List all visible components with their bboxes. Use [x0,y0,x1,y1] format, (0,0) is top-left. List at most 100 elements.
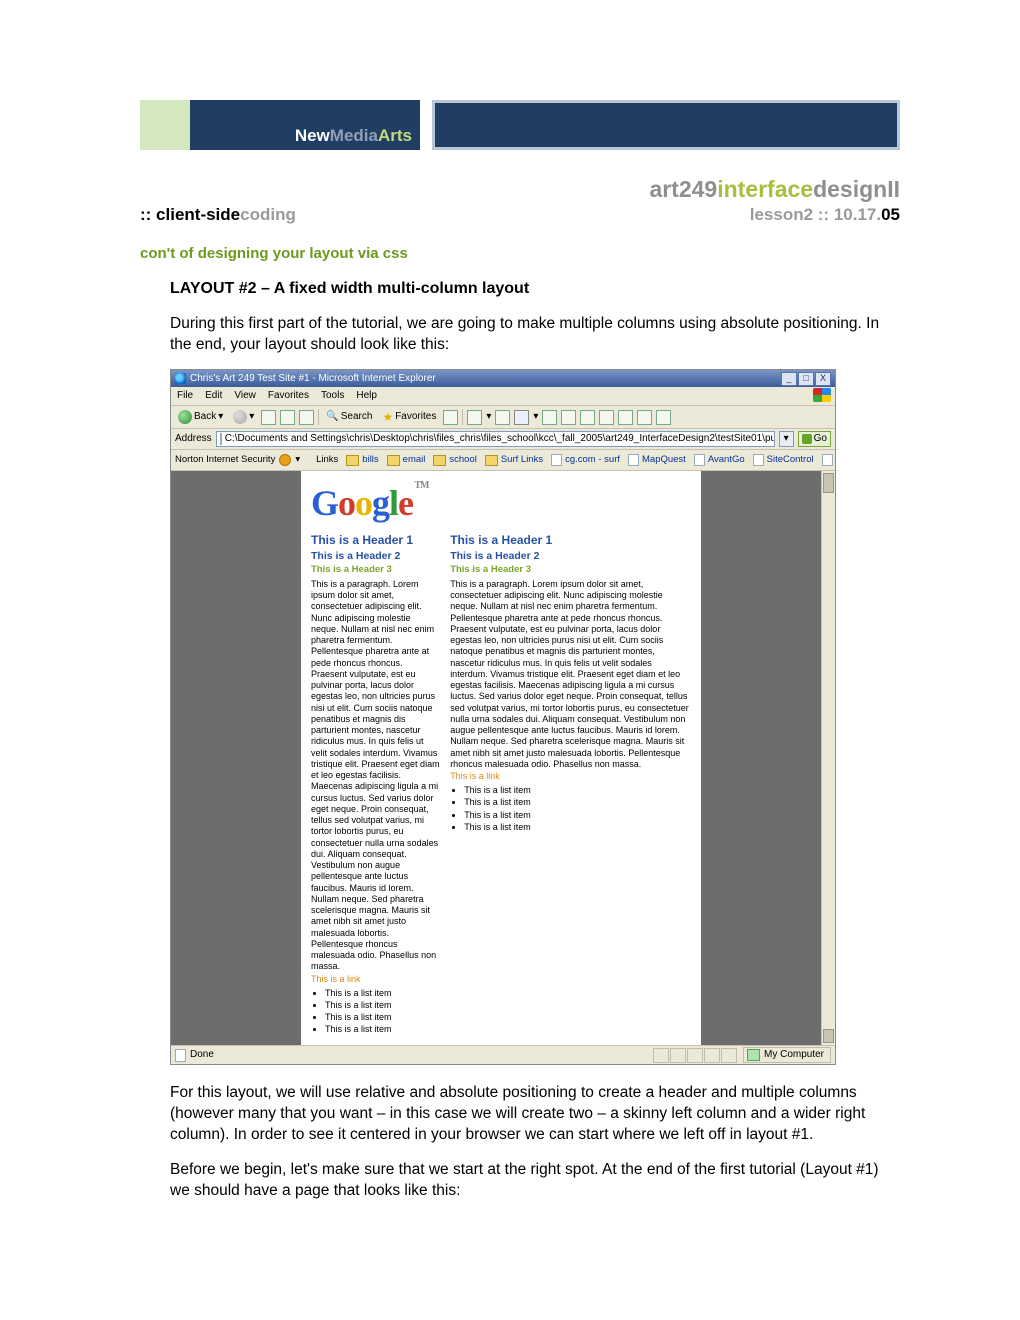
history-icon[interactable] [443,410,458,425]
menu-edit[interactable]: Edit [205,389,222,403]
status-done: Done [175,1048,647,1062]
link-bills[interactable]: bills [346,454,378,467]
home-icon[interactable] [299,410,314,425]
toolbar-extra-icon[interactable] [599,410,614,425]
brand-label: NewMediaArts [190,100,420,150]
dropdown-caret-icon: ▾ [486,410,491,424]
page-icon [175,1049,186,1062]
list-item: This is a list item [464,796,691,808]
menu-favorites[interactable]: Favorites [268,389,309,403]
col-h2: This is a Header 2 [311,549,440,563]
course-word: interface [717,176,813,202]
lesson-year: 05 [881,205,900,224]
go-button[interactable]: Go [798,431,831,447]
vertical-scrollbar[interactable] [821,471,835,1045]
link-avantgo: AvantGo [694,454,745,467]
col-h1: This is a Header 1 [450,532,691,548]
minimize-button[interactable]: _ [781,372,797,386]
address-value: C:\Documents and Settings\chris\Desktop\… [225,432,775,446]
page-canvas: Google TM This is a Header 1 This is a H… [301,471,701,1045]
toolbar-extra-icon[interactable] [637,410,652,425]
research-icon[interactable] [561,410,576,425]
discuss-icon[interactable] [542,410,557,425]
mail-icon[interactable] [467,410,482,425]
menu-help[interactable]: Help [356,389,377,403]
link-surflinks[interactable]: Surf Links [485,454,543,467]
norton-label: Norton Internet Security [175,454,275,467]
back-icon [178,410,192,424]
edit-icon[interactable] [514,410,529,425]
browser-titlebar: Chris's Art 249 Test Site #1 - Microsoft… [171,370,835,387]
para-after-1: For this layout, we will use relative an… [170,1083,900,1146]
page-icon [551,454,562,466]
scroll-up-button[interactable] [823,473,834,493]
toolbar-extra-icon[interactable] [618,410,633,425]
content-body: LAYOUT #2 – A fixed width multi-column l… [140,278,900,1201]
banner: NewMediaArts [140,100,900,150]
address-dropdown[interactable]: ▾ [779,431,794,447]
norton-indicator[interactable]: Norton Internet Security ▾ [175,454,300,467]
forward-button[interactable]: ▾ [230,409,257,425]
ie-icon [175,373,186,384]
sample-link[interactable]: This is a link [311,973,440,985]
dropdown-caret-icon: ▾ [218,410,223,424]
norton-status-icon [279,454,291,466]
banner-accent-square [140,100,190,150]
folder-icon [346,455,359,466]
link-email[interactable]: email [387,454,426,467]
status-panes [653,1048,737,1063]
link-mapquest[interactable]: MapQuest [628,454,686,467]
toolbar-extra-icon[interactable] [656,410,671,425]
page-icon [822,454,833,466]
course-headline: art249interfacedesignII [140,176,900,203]
browser-menubar: File Edit View Favorites Tools Help [171,387,835,406]
star-icon: ★ [382,409,393,425]
banner-left: NewMediaArts [140,100,420,150]
forward-icon [233,410,247,424]
intro-paragraph: During this first part of the tutorial, … [170,314,900,356]
folder-icon [433,455,446,466]
scroll-down-button[interactable] [823,1029,834,1043]
page-icon [220,433,222,445]
print-icon[interactable] [495,410,510,425]
sub-headline: :: client-sidecoding lesson2 :: 10.17.05 [140,205,900,225]
list-item: This is a list item [325,1023,440,1035]
link-cgcom[interactable]: cg.com - surf [551,454,620,467]
address-input[interactable]: C:\Documents and Settings\chris\Desktop\… [216,431,775,447]
col-paragraph: This is a paragraph. Lorem ipsum dolor s… [311,579,440,973]
messenger-icon[interactable] [580,410,595,425]
refresh-icon[interactable] [280,410,295,425]
go-label: Go [814,432,827,446]
brand-part-1: New [295,126,330,145]
para-after-2: Before we begin, let's make sure that we… [170,1160,900,1202]
maximize-button[interactable]: □ [798,372,814,386]
monitor-icon [747,1049,760,1061]
links-label: Links [316,454,338,467]
stop-icon[interactable] [261,410,276,425]
brand-part-3: Arts [378,126,412,145]
link-sitecontrol[interactable]: SiteControl [753,454,814,467]
lesson-info: lesson2 :: 10.17. [750,205,881,224]
back-label: Back [194,410,216,424]
go-arrow-icon [802,434,812,444]
zone-label: My Computer [764,1048,824,1062]
window-buttons: _ □ X [781,372,831,386]
menu-file[interactable]: File [177,389,193,403]
search-label: Search [341,410,373,424]
close-button[interactable]: X [815,372,831,386]
favorites-button[interactable]: ★ Favorites [379,408,439,426]
search-button[interactable]: 🔍 Search [323,409,375,425]
col-paragraph: This is a paragraph. Lorem ipsum dolor s… [450,579,691,770]
sample-list: This is a list item This is a list item … [450,784,691,833]
link-school[interactable]: school [433,454,476,467]
browser-screenshot: Chris's Art 249 Test Site #1 - Microsoft… [170,369,836,1064]
windows-flag-icon [813,388,831,402]
page-headings: art249interfacedesignII :: client-sideco… [140,176,900,225]
menu-view[interactable]: View [234,389,256,403]
address-label: Address [175,432,212,446]
sample-link[interactable]: This is a link [450,770,691,782]
back-button[interactable]: Back ▾ [175,409,226,425]
link-workatuh[interactable]: Work at UH [822,454,835,467]
menu-tools[interactable]: Tools [321,389,344,403]
list-item: This is a list item [325,1011,440,1023]
